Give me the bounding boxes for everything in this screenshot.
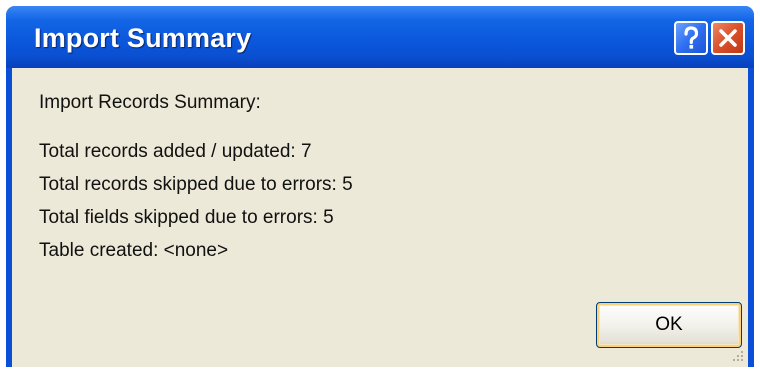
summary-line-fields-skipped: Total fields skipped due to errors: 5 <box>39 207 334 228</box>
dialog-body: Import Records Summary: Total records ad… <box>12 68 748 367</box>
title-bar[interactable]: Import Summary <box>6 6 754 68</box>
summary-heading: Import Records Summary: <box>39 92 261 113</box>
summary-line-records-added: Total records added / updated: 7 <box>39 141 312 162</box>
question-mark-icon <box>684 26 699 49</box>
close-button[interactable] <box>711 21 745 55</box>
import-summary-dialog: Import Summary Import Records Summary: T… <box>6 6 754 367</box>
ok-button[interactable]: OK <box>596 302 742 348</box>
help-button[interactable] <box>674 21 708 55</box>
summary-line-table-created: Table created: <none> <box>39 240 229 261</box>
summary-line-records-skipped: Total records skipped due to errors: 5 <box>39 174 353 195</box>
close-x-icon <box>719 29 737 47</box>
resize-grip-icon[interactable] <box>730 349 744 363</box>
dialog-title: Import Summary <box>34 23 252 53</box>
